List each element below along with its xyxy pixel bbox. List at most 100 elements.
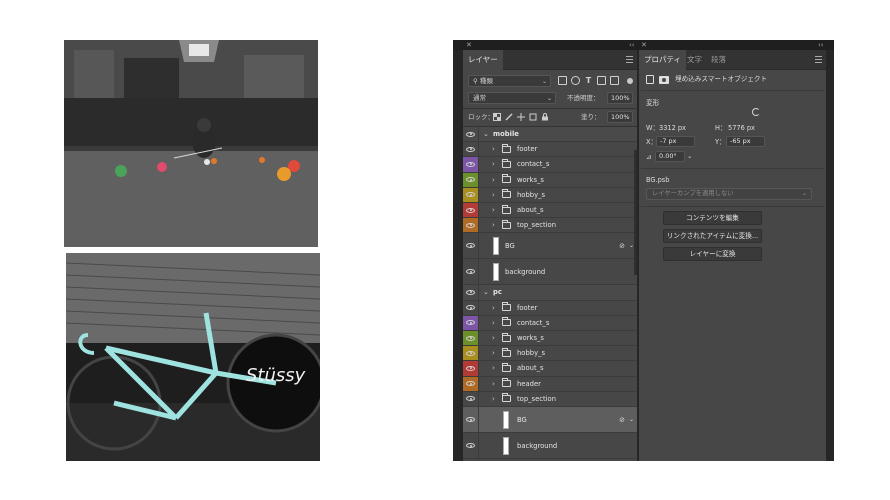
- eye-icon[interactable]: [466, 396, 475, 402]
- close-panel-icon[interactable]: ✕: [466, 40, 472, 50]
- eye-icon[interactable]: [466, 131, 475, 137]
- layer-folder-row[interactable]: › hobby_s: [463, 187, 637, 203]
- layer-folder-row[interactable]: › contact_s: [463, 157, 637, 173]
- panel-menu-icon[interactable]: [626, 56, 633, 63]
- adjustment-filter-icon[interactable]: [571, 76, 580, 85]
- lock-transparent-icon[interactable]: [493, 113, 501, 121]
- collapse-icon-2[interactable]: ‹‹: [818, 40, 824, 50]
- edit-contents-button[interactable]: コンテンツを編集: [663, 211, 762, 225]
- chevron-right-icon[interactable]: ›: [492, 348, 495, 358]
- collapse-icon[interactable]: ‹‹: [629, 40, 635, 50]
- eye-icon[interactable]: [466, 443, 475, 448]
- group-name: pc: [493, 288, 502, 297]
- layer-folder-row[interactable]: › hobby_s: [463, 346, 637, 362]
- layer-folder-row[interactable]: › contact_s: [463, 315, 637, 331]
- layer-group-row[interactable]: ⌄ pc: [463, 285, 637, 301]
- eye-icon[interactable]: [466, 207, 475, 213]
- chevron-right-icon[interactable]: ›: [492, 220, 495, 230]
- smart-object-layer-row[interactable]: BG ⊘ ⌄: [463, 407, 637, 433]
- chevron-right-icon[interactable]: ›: [492, 159, 495, 169]
- chevron-right-icon[interactable]: ›: [492, 144, 495, 154]
- layer-folder-row[interactable]: › header: [463, 376, 637, 392]
- tab-layers[interactable]: レイヤー: [463, 50, 503, 70]
- eye-icon[interactable]: [466, 222, 475, 228]
- smart-object-layer-row[interactable]: BG ⊘ ⌄: [463, 233, 637, 260]
- eye-icon[interactable]: [466, 350, 475, 356]
- eye-icon[interactable]: [466, 269, 475, 275]
- width-value[interactable]: 3312 px: [659, 123, 686, 133]
- tab-paragraph[interactable]: 段落: [706, 50, 731, 70]
- lock-artboard-icon[interactable]: [529, 113, 537, 121]
- eye-icon[interactable]: [466, 192, 475, 198]
- background-layer-row[interactable]: background: [463, 259, 637, 286]
- lock-position-icon[interactable]: [517, 113, 525, 121]
- chevron-down-icon[interactable]: ⌄: [483, 129, 489, 139]
- chevron-right-icon[interactable]: ›: [492, 333, 495, 343]
- convert-to-linked-button[interactable]: リンクされたアイテムに変換...: [663, 229, 762, 243]
- blend-mode-select[interactable]: 通常 ⌄: [468, 92, 556, 104]
- type-filter-icon[interactable]: T: [584, 76, 593, 85]
- x-input[interactable]: -7 px: [656, 136, 695, 147]
- eye-icon[interactable]: [466, 381, 475, 387]
- chevron-right-icon[interactable]: ›: [492, 175, 495, 185]
- layer-folder-row[interactable]: › about_s: [463, 361, 637, 377]
- shape-filter-icon[interactable]: [597, 76, 606, 85]
- layer-folder-row[interactable]: › works_s: [463, 331, 637, 347]
- layer-folder-row[interactable]: › works_s: [463, 172, 637, 188]
- panel-menu-icon[interactable]: [815, 56, 822, 63]
- properties-tabbar: プロパティ 文字 段落: [639, 50, 826, 70]
- opacity-input[interactable]: 100%: [607, 92, 633, 104]
- angle-input[interactable]: 0.00°: [655, 151, 685, 162]
- visibility-cell: [463, 187, 479, 202]
- chevron-down-icon[interactable]: ⌄: [629, 416, 634, 423]
- layer-comp-select[interactable]: レイヤーカンプを適用しない ⌄: [646, 188, 812, 200]
- chevron-down-icon[interactable]: ⌄: [687, 151, 693, 161]
- chevron-right-icon[interactable]: ›: [492, 394, 495, 404]
- convert-to-layers-button[interactable]: レイヤーに変換: [663, 247, 762, 261]
- eye-icon[interactable]: [466, 320, 475, 326]
- layer-folder-row[interactable]: › top_section: [463, 218, 637, 234]
- chevron-down-icon[interactable]: ⌄: [483, 287, 489, 297]
- eye-icon[interactable]: [466, 335, 475, 341]
- eye-icon[interactable]: [466, 417, 475, 422]
- layer-thumbnail: [493, 262, 499, 281]
- eye-icon[interactable]: [466, 177, 475, 183]
- visibility-cell: [463, 233, 479, 259]
- eye-icon[interactable]: [466, 365, 475, 371]
- eye-icon[interactable]: [466, 305, 475, 311]
- tab-properties[interactable]: プロパティ: [639, 50, 687, 70]
- close-panel-icon-2[interactable]: ✕: [641, 40, 647, 50]
- layer-folder-row[interactable]: › top_section: [463, 391, 637, 407]
- y-input[interactable]: -65 px: [726, 136, 765, 147]
- chevron-right-icon[interactable]: ›: [492, 318, 495, 328]
- link-icon: ⊘: [619, 415, 625, 424]
- eye-icon[interactable]: [466, 243, 475, 249]
- tab-character[interactable]: 文字: [682, 50, 707, 70]
- height-value[interactable]: 5776 px: [728, 123, 755, 133]
- chevron-right-icon[interactable]: ›: [492, 303, 495, 313]
- svg-text:Stüssy: Stüssy: [246, 365, 306, 386]
- chevron-right-icon[interactable]: ›: [492, 190, 495, 200]
- chevron-right-icon[interactable]: ›: [492, 205, 495, 215]
- layer-folder-row[interactable]: › footer: [463, 300, 637, 316]
- chevron-right-icon[interactable]: ›: [492, 379, 495, 389]
- eye-icon[interactable]: [466, 146, 475, 152]
- eye-icon[interactable]: [466, 161, 475, 167]
- background-layer-row[interactable]: background: [463, 433, 637, 459]
- reset-transform-icon[interactable]: [752, 108, 760, 116]
- layers-scrollbar[interactable]: [634, 150, 637, 275]
- pixel-filter-icon[interactable]: [558, 76, 567, 85]
- smartobject-filter-icon[interactable]: [610, 76, 619, 85]
- chevron-right-icon[interactable]: ›: [492, 363, 495, 373]
- layer-filter-select[interactable]: ⚲ 種類 ⌄: [468, 75, 551, 87]
- lock-image-icon[interactable]: [505, 113, 513, 121]
- filter-toggle[interactable]: [627, 78, 633, 84]
- visibility-cell: [463, 391, 479, 406]
- layer-folder-row[interactable]: › footer: [463, 142, 637, 158]
- lock-all-icon[interactable]: [541, 113, 549, 121]
- layer-group-row[interactable]: ⌄ mobile: [463, 127, 637, 143]
- layer-folder-row[interactable]: › about_s: [463, 203, 637, 219]
- fill-input[interactable]: 100%: [607, 111, 633, 123]
- eye-icon[interactable]: [466, 289, 475, 295]
- opacity-label: 不透明度：: [567, 94, 600, 102]
